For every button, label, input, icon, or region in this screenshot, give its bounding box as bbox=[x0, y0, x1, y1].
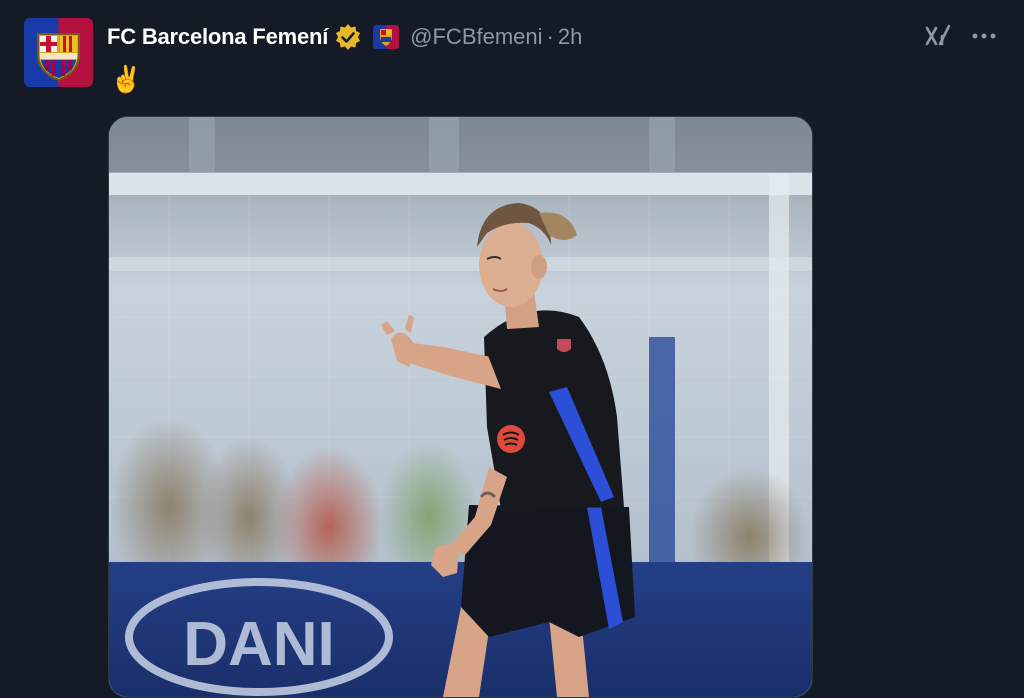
handle[interactable]: @FCBfemeni bbox=[410, 24, 542, 50]
tweet-photo[interactable]: DANI bbox=[108, 116, 813, 698]
fc-barcelona-crest-icon bbox=[37, 33, 80, 82]
banner-text: DANI bbox=[183, 610, 335, 679]
tweet-text: ✌️ bbox=[110, 64, 143, 94]
display-name[interactable]: FC Barcelona Femení bbox=[107, 24, 328, 50]
tweet-header: FC Barcelona Femení @FCBfemeni · 2h bbox=[107, 22, 582, 52]
grok-icon[interactable] bbox=[924, 22, 952, 50]
avatar[interactable] bbox=[24, 18, 93, 87]
fc-barcelona-affiliation-icon[interactable] bbox=[372, 24, 400, 50]
more-options-icon[interactable] bbox=[970, 24, 998, 48]
timestamp[interactable]: 2h bbox=[558, 24, 582, 50]
separator: · bbox=[546, 24, 554, 49]
gold-verified-badge-icon bbox=[334, 23, 362, 51]
